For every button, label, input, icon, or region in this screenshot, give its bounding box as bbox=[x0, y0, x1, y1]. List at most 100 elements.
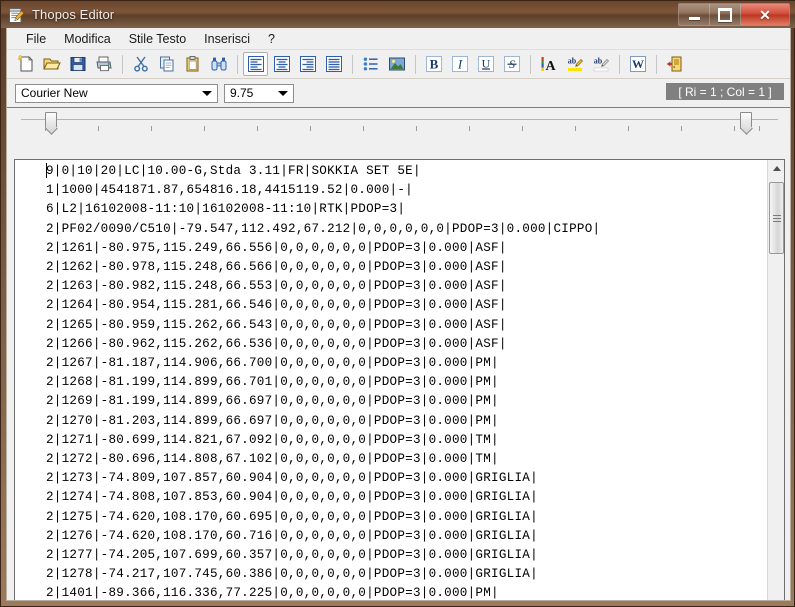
editor-line: 2|1272|-80.696,114.808,67.102|0,0,0,0,0,… bbox=[46, 452, 499, 467]
align-left-button[interactable] bbox=[243, 52, 268, 76]
cut-scissors-icon bbox=[133, 56, 148, 72]
strikethrough-button[interactable]: S bbox=[499, 52, 524, 76]
toolbar-separator bbox=[352, 54, 353, 74]
font-size-select[interactable]: 9.75 bbox=[224, 83, 294, 103]
copy-icon bbox=[159, 56, 173, 72]
bullet-list-button[interactable] bbox=[358, 52, 383, 76]
save-disk-icon bbox=[70, 57, 85, 71]
underline-icon: U bbox=[477, 56, 494, 72]
editor-line: 2|1276|-74.620,108.170,60.716|0,0,0,0,0,… bbox=[46, 528, 538, 543]
export-word-button[interactable]: W bbox=[625, 52, 650, 76]
scrollbar-thumb[interactable] bbox=[769, 182, 784, 254]
toolbar-separator bbox=[415, 54, 416, 74]
svg-text:U: U bbox=[481, 56, 490, 70]
editor-line: 2|1275|-74.620,108.170,60.695|0,0,0,0,0,… bbox=[46, 509, 538, 524]
underline-button[interactable]: U bbox=[473, 52, 498, 76]
strikethrough-icon: S bbox=[503, 56, 520, 72]
exit-door-icon bbox=[666, 56, 681, 72]
toolbar-separator bbox=[530, 54, 531, 74]
text-caret bbox=[46, 163, 47, 178]
open-folder-icon bbox=[42, 58, 61, 70]
svg-text:I: I bbox=[456, 57, 462, 72]
editor-line: 2|1266|-80.962,115.262,66.536|0,0,0,0,0,… bbox=[46, 336, 507, 351]
editor-line: 2|1273|-74.809,107.857,60.904|0,0,0,0,0,… bbox=[46, 471, 538, 486]
vertical-scrollbar[interactable] bbox=[767, 160, 784, 600]
toolbar-separator bbox=[619, 54, 620, 74]
new-document-button[interactable] bbox=[13, 52, 38, 76]
menu-item-stile-testo[interactable]: Stile Testo bbox=[120, 30, 195, 48]
ruler[interactable] bbox=[7, 107, 790, 134]
minimize-icon bbox=[688, 16, 700, 20]
toolbar-separator bbox=[656, 54, 657, 74]
highlight-none-button[interactable]: ab bbox=[588, 52, 613, 76]
editor-line: 2|1270|-81.203,114.899,66.697|0,0,0,0,0,… bbox=[46, 413, 499, 428]
editor-text-content[interactable]: 9|0|10|20|LC|10.00-G,Stda 3.11|FR|SOKKIA… bbox=[15, 162, 767, 601]
align-center-icon bbox=[273, 56, 290, 72]
print-button[interactable] bbox=[91, 52, 116, 76]
editor-line: 2|1267|-81.187,114.906,66.700|0,0,0,0,0,… bbox=[46, 356, 499, 371]
editor-line: 2|1278|-74.217,107.745,60.386|0,0,0,0,0,… bbox=[46, 567, 538, 582]
chevron-down-icon bbox=[202, 91, 212, 96]
title-bar[interactable]: Thopos Editor ✕ bbox=[1, 1, 795, 28]
menu-item-file[interactable]: File bbox=[17, 30, 55, 48]
ruler-tick-marks bbox=[7, 126, 790, 135]
menu-item-modifica[interactable]: Modifica bbox=[55, 30, 120, 48]
font-family-value: Courier New bbox=[21, 86, 88, 100]
menu-item-inserisci[interactable]: Inserisci bbox=[195, 30, 259, 48]
menu-item-help[interactable]: ? bbox=[259, 30, 284, 48]
export-word-icon: W bbox=[629, 56, 646, 72]
menu-bar: File Modifica Stile Testo Inserisci ? bbox=[7, 28, 790, 50]
font-color-icon: A bbox=[541, 57, 556, 73]
editor-line: 2|PF02/0090/C510|-79.547,112.492,67.212|… bbox=[46, 221, 601, 236]
svg-text:ab: ab bbox=[593, 57, 602, 66]
align-left-icon bbox=[247, 56, 264, 72]
copy-button[interactable] bbox=[154, 52, 179, 76]
svg-text:B: B bbox=[429, 57, 438, 72]
window-title: Thopos Editor bbox=[32, 7, 115, 22]
align-right-button[interactable] bbox=[295, 52, 320, 76]
font-size-value: 9.75 bbox=[230, 86, 254, 100]
editor-line: 1|1000|4541871.87,654816.18,4415119.52|0… bbox=[46, 183, 413, 198]
highlight-yellow-button[interactable]: ab bbox=[562, 52, 587, 76]
find-button[interactable] bbox=[206, 52, 231, 76]
editor-line: 2|1274|-74.808,107.853,60.904|0,0,0,0,0,… bbox=[46, 490, 538, 505]
minimize-button[interactable] bbox=[679, 4, 710, 25]
font-family-select[interactable]: Courier New bbox=[15, 83, 218, 103]
scroll-up-button[interactable] bbox=[768, 160, 784, 177]
close-button[interactable]: ✕ bbox=[741, 4, 789, 25]
italic-button[interactable]: I bbox=[447, 52, 472, 76]
print-icon bbox=[95, 56, 112, 72]
font-bar: Courier New 9.75 [ Ri = 1 ; Col = 1 ] bbox=[7, 79, 790, 107]
font-color-button[interactable]: A bbox=[536, 52, 561, 76]
maximize-button[interactable] bbox=[710, 4, 741, 25]
insert-image-button[interactable] bbox=[384, 52, 409, 76]
client-area: File Modifica Stile Testo Inserisci ? B … bbox=[6, 28, 791, 601]
scroll-down-button[interactable] bbox=[768, 597, 784, 600]
ruler-line bbox=[21, 119, 778, 120]
text-editor[interactable]: 9|0|10|20|LC|10.00-G,Stda 3.11|FR|SOKKIA… bbox=[14, 159, 785, 601]
open-file-button[interactable] bbox=[39, 52, 64, 76]
highlight-none-icon: ab bbox=[593, 57, 609, 72]
notepad-pencil-icon bbox=[8, 7, 25, 24]
editor-line: 2|1271|-80.699,114.821,67.092|0,0,0,0,0,… bbox=[46, 432, 499, 447]
insert-image-icon bbox=[388, 57, 405, 71]
align-center-button[interactable] bbox=[269, 52, 294, 76]
save-button[interactable] bbox=[65, 52, 90, 76]
bold-button[interactable]: B bbox=[421, 52, 446, 76]
editor-line: 2|1401|-89.366,116.336,77.225|0,0,0,0,0,… bbox=[46, 586, 499, 601]
editor-line: 2|1277|-74.205,107.699,60.357|0,0,0,0,0,… bbox=[46, 548, 538, 563]
cut-button[interactable] bbox=[128, 52, 153, 76]
align-justify-icon bbox=[325, 56, 342, 72]
editor-line: 2|1261|-80.975,115.249,66.556|0,0,0,0,0,… bbox=[46, 240, 507, 255]
exit-button[interactable] bbox=[662, 52, 687, 76]
editor-line: 2|1265|-80.959,115.262,66.543|0,0,0,0,0,… bbox=[46, 317, 507, 332]
cursor-position-indicator: [ Ri = 1 ; Col = 1 ] bbox=[666, 83, 784, 100]
align-justify-button[interactable] bbox=[321, 52, 346, 76]
highlight-yellow-icon: ab bbox=[567, 57, 583, 71]
application-window: Thopos Editor ✕ File Modifica Stile Test… bbox=[0, 0, 795, 607]
align-right-icon bbox=[299, 56, 316, 72]
editor-line: 2|1264|-80.954,115.281,66.546|0,0,0,0,0,… bbox=[46, 298, 507, 313]
editor-line: 2|1268|-81.199,114.899,66.701|0,0,0,0,0,… bbox=[46, 375, 499, 390]
paste-button[interactable] bbox=[180, 52, 205, 76]
svg-text:A: A bbox=[545, 59, 556, 73]
